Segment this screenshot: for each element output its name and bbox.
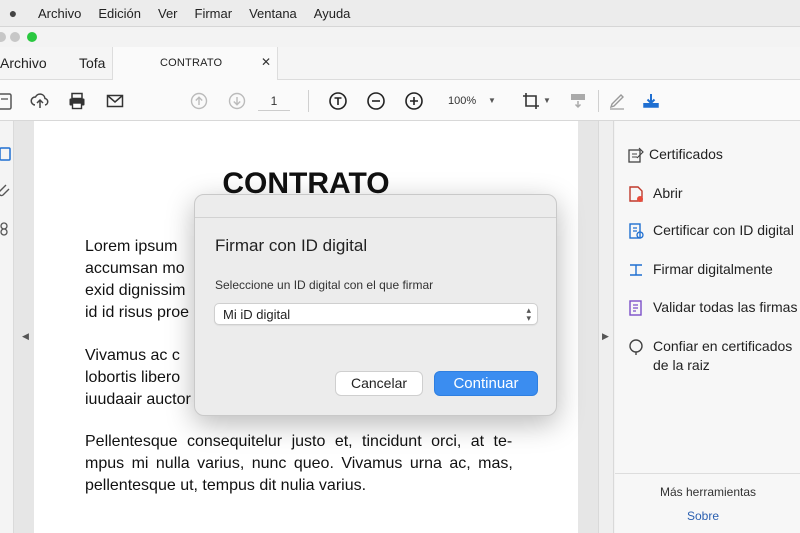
text-line-content: Pellentesque consequitelur justo et, tin… bbox=[85, 433, 513, 450]
page-down-icon[interactable] bbox=[226, 90, 248, 112]
zoom-window-button[interactable] bbox=[27, 32, 37, 42]
tool-firmar[interactable]: Firmar digitalmente bbox=[627, 260, 800, 279]
updown-chevron-icon: ▴ ▾ bbox=[526, 305, 531, 323]
paragraph-3: Pellentesque consequitelur justo et, tin… bbox=[85, 431, 553, 497]
layers-icon[interactable] bbox=[0, 221, 12, 237]
tab-document-label: CONTRATO bbox=[160, 57, 223, 69]
tool-label: Certificados bbox=[649, 146, 723, 162]
digital-id-selected-value: Mi iD digital bbox=[223, 307, 291, 322]
tool-validar[interactable]: Validar todas las firmas bbox=[627, 298, 800, 317]
tool-label: Confiar en certificados bbox=[653, 338, 793, 354]
close-window-button[interactable] bbox=[0, 32, 6, 42]
page-up-icon[interactable] bbox=[188, 90, 210, 112]
upload-cloud-icon[interactable] bbox=[29, 90, 51, 112]
tab-home[interactable]: Archivo bbox=[0, 55, 47, 71]
crop-icon[interactable] bbox=[520, 90, 542, 112]
tool-label: Abrir bbox=[653, 185, 683, 201]
certificate-icon bbox=[627, 145, 649, 164]
print-icon[interactable] bbox=[66, 90, 88, 112]
menu-edicion[interactable]: Edición bbox=[98, 6, 141, 21]
chevron-down-icon[interactable]: ▼ bbox=[543, 91, 551, 111]
menu-ayuda[interactable]: Ayuda bbox=[314, 6, 351, 21]
digital-id-select[interactable]: Mi iD digital ▴ ▾ bbox=[214, 303, 538, 325]
close-icon[interactable]: ✕ bbox=[261, 55, 271, 69]
tool-label: Certificar con ID digital bbox=[653, 222, 794, 238]
download-icon[interactable] bbox=[640, 90, 662, 112]
tool-confiar[interactable]: Confiar en certificados de la raiz bbox=[627, 337, 800, 375]
page-number-input[interactable]: 1 bbox=[258, 91, 290, 111]
toolbar-divider bbox=[598, 90, 599, 112]
dialog-divider bbox=[195, 217, 556, 218]
tool-label-group: Confiar en certificados de la raiz bbox=[653, 337, 792, 375]
sign-with-digital-id-dialog: Firmar con ID digital Seleccione un ID d… bbox=[194, 194, 557, 416]
menu-ver[interactable]: Ver bbox=[158, 6, 178, 21]
sign-icon[interactable] bbox=[606, 90, 628, 112]
attachment-icon[interactable] bbox=[0, 183, 12, 199]
menu-firmar[interactable]: Firmar bbox=[195, 6, 233, 21]
menu-bar: ● Archivo Edición Ver Firmar Ventana Ayu… bbox=[0, 0, 800, 27]
tool-label: Firmar digitalmente bbox=[653, 261, 773, 277]
dialog-prompt: Seleccione un ID digital con el que firm… bbox=[215, 278, 434, 292]
more-tools-link[interactable]: Más herramientas bbox=[608, 485, 800, 499]
zoom-out-icon[interactable] bbox=[365, 90, 387, 112]
collapse-left-icon[interactable]: ◀ bbox=[22, 331, 29, 342]
certify-icon bbox=[627, 221, 653, 240]
validate-icon bbox=[627, 298, 653, 317]
minimize-window-button[interactable] bbox=[10, 32, 20, 42]
toolbar-divider bbox=[308, 90, 309, 112]
panel-splitter[interactable]: ▶ bbox=[598, 121, 614, 533]
create-icon[interactable] bbox=[0, 90, 16, 112]
zoom-in-icon[interactable] bbox=[403, 90, 425, 112]
tool-label: Validar todas las firmas bbox=[653, 299, 798, 315]
tab-bar: Archivo Tofa CONTRATO ✕ bbox=[0, 47, 800, 80]
zoom-level-select[interactable]: 100% bbox=[448, 91, 508, 111]
tool-certificados[interactable]: Certificados bbox=[627, 145, 800, 164]
about-link[interactable]: Sobre bbox=[603, 509, 800, 523]
tool-certificar[interactable]: Certificar con ID digital bbox=[627, 221, 800, 240]
left-sidebar bbox=[0, 121, 14, 533]
toolbar: 1 100% ▼ ▼ bbox=[0, 80, 800, 121]
comment-icon[interactable] bbox=[567, 90, 589, 112]
select-tool-icon[interactable] bbox=[327, 90, 349, 112]
text-line: Pellentesque consequitelur justo et, tin… bbox=[85, 431, 553, 453]
apple-icon[interactable]: ● bbox=[0, 5, 26, 21]
open-file-icon bbox=[627, 184, 653, 203]
cancel-button[interactable]: Cancelar bbox=[335, 371, 423, 396]
tab-document[interactable]: CONTRATO ✕ bbox=[112, 47, 278, 80]
menu-archivo[interactable]: Archivo bbox=[38, 6, 81, 21]
right-tools-panel: Certificados Abrir Certificar con ID dig… bbox=[615, 121, 800, 533]
continue-button[interactable]: Continuar bbox=[434, 371, 538, 396]
trust-icon bbox=[627, 337, 653, 375]
clipboard-icon[interactable] bbox=[0, 145, 12, 161]
text-line: mpus mi nulla varius, nunc queo. Vivamus… bbox=[85, 455, 513, 472]
panel-divider bbox=[615, 473, 800, 474]
chevron-down-icon[interactable]: ▼ bbox=[488, 91, 496, 111]
text-line: pellentesque ut, tempus dit nulia varius… bbox=[85, 477, 367, 494]
tool-label: de la raiz bbox=[653, 357, 710, 373]
tab-tools[interactable]: Tofa bbox=[79, 55, 105, 71]
window-title-bar bbox=[0, 27, 800, 47]
tool-abrir[interactable]: Abrir bbox=[627, 184, 800, 203]
dialog-title: Firmar con ID digital bbox=[215, 236, 368, 255]
sign-digitally-icon bbox=[627, 260, 653, 279]
menu-ventana[interactable]: Ventana bbox=[249, 6, 297, 21]
email-icon[interactable] bbox=[104, 90, 126, 112]
expand-right-icon[interactable]: ▶ bbox=[602, 331, 609, 342]
